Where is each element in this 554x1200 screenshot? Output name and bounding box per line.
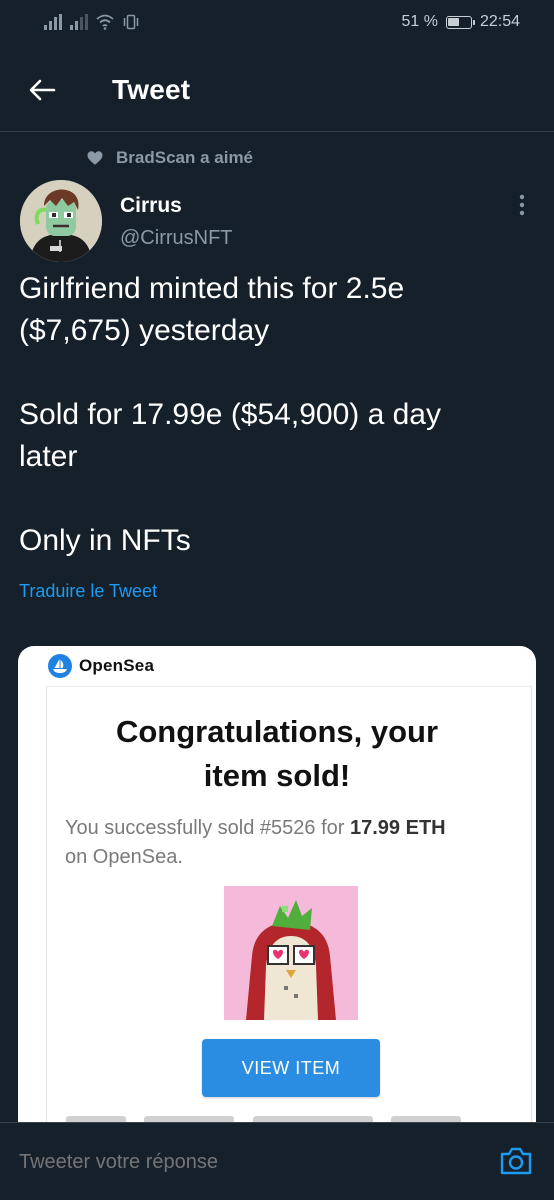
social-context-text: BradScan a aimé <box>116 148 254 167</box>
tweet-line: Only in NFTs <box>19 524 191 557</box>
status-icons-right: 51 % 22:54 <box>401 13 520 31</box>
opensea-name: OpenSea <box>79 656 155 675</box>
avatar-image <box>20 180 102 262</box>
signal-2-icon <box>70 14 88 30</box>
back-arrow-icon[interactable] <box>26 74 58 106</box>
clock: 22:54 <box>479 13 520 30</box>
tweet-media-image[interactable]: OpenSea Congratulations, your item sold!… <box>18 646 536 1200</box>
status-icons-left <box>44 14 140 30</box>
tweet-line: Sold for 17.99e ($54,900) a day <box>19 398 441 431</box>
heart-icon <box>87 151 103 165</box>
page-title: Tweet <box>112 74 191 105</box>
opensea-brand: OpenSea <box>48 654 154 678</box>
more-options-icon[interactable] <box>510 192 534 220</box>
battery-percent: 51 % <box>401 13 438 30</box>
reply-bar <box>0 1122 554 1200</box>
sale-message-suffix: on OpenSea. <box>65 846 183 868</box>
tweet-line: later <box>19 440 78 473</box>
nft-owl-image <box>224 886 358 1020</box>
nft-image <box>224 886 358 1020</box>
author-handle[interactable]: @CirrusNFT <box>120 227 233 250</box>
status-bar: 51 % 22:54 <box>0 0 554 48</box>
battery-icon <box>445 15 475 29</box>
sale-message: You successfully sold #5526 for 17.99 ET… <box>65 814 515 872</box>
wifi-icon <box>96 14 114 30</box>
reply-input[interactable] <box>19 1151 459 1174</box>
author-name[interactable]: Cirrus <box>120 194 182 218</box>
sale-heading-line: Congratulations, your <box>115 714 439 749</box>
app-header: Tweet <box>0 48 554 132</box>
camera-icon[interactable] <box>498 1143 534 1179</box>
tweet-text: Girlfriend minted this for 2.5e ($7,675)… <box>19 268 539 562</box>
sale-heading: Congratulations, your item sold! <box>18 710 536 798</box>
tweet-line: ($7,675) yesterday <box>19 314 270 347</box>
tweet-detail-screen: 51 % 22:54 Tweet BradScan a aimé Cirrus … <box>0 0 554 1200</box>
signal-icon <box>44 14 62 30</box>
tweet-line: Girlfriend minted this for 2.5e <box>19 272 405 305</box>
social-context[interactable]: BradScan a aimé <box>86 148 253 168</box>
sale-message-prefix: You successfully sold #5526 for <box>65 817 350 839</box>
sale-heading-line: item sold! <box>203 758 351 793</box>
sale-amount: 17.99 ETH <box>350 817 446 839</box>
opensea-logo-icon <box>48 654 72 678</box>
avatar[interactable] <box>20 180 102 262</box>
vibrate-icon <box>123 14 139 30</box>
translate-tweet-link[interactable]: Traduire le Tweet <box>19 581 157 602</box>
view-item-button: VIEW ITEM <box>202 1039 380 1097</box>
